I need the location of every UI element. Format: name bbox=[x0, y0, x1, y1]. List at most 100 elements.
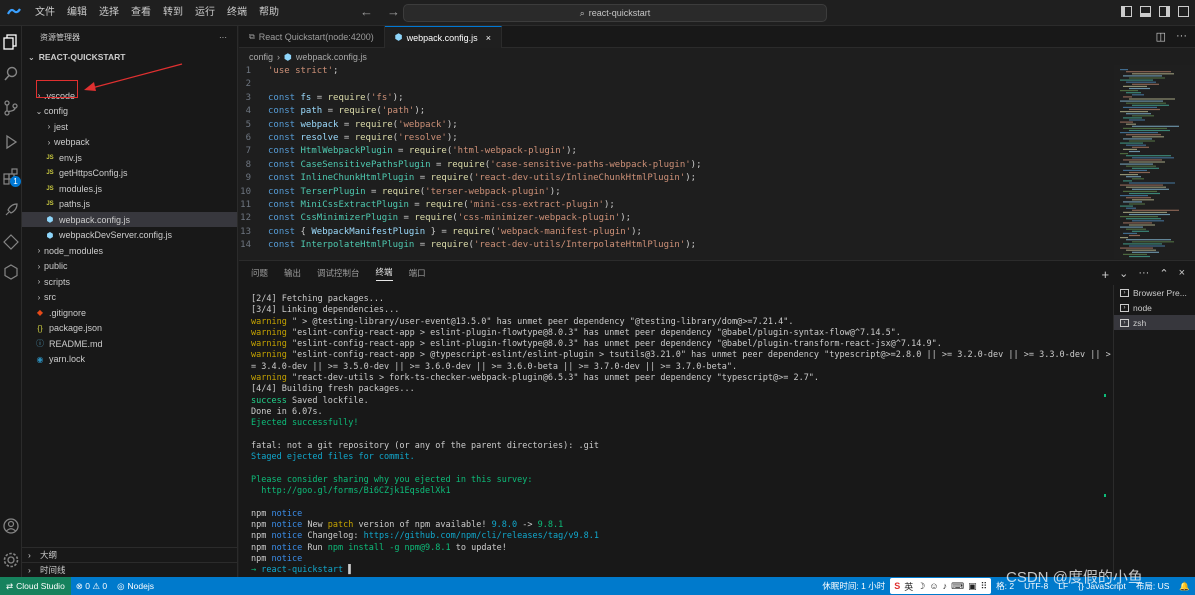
file-item[interactable]: ⓘ README.md bbox=[22, 336, 237, 351]
terminal-instance[interactable]: › Browser Pre... bbox=[1114, 285, 1195, 300]
encoding-indicator[interactable]: UTF-8 bbox=[1019, 581, 1053, 591]
file-item[interactable]: JS getHttpsConfig.js bbox=[22, 166, 237, 181]
minimap[interactable] bbox=[1114, 65, 1195, 259]
split-editor-icon[interactable]: ◫ bbox=[1156, 30, 1166, 43]
new-terminal-icon[interactable]: + bbox=[1102, 267, 1110, 282]
terminal-dropdown-icon[interactable]: ⌄ bbox=[1119, 267, 1128, 282]
outline-section[interactable]: › 大纲 bbox=[22, 547, 237, 562]
terminal-instance[interactable]: › node bbox=[1114, 300, 1195, 315]
maximize-panel-icon[interactable]: ⌃ bbox=[1159, 267, 1168, 282]
customize-layout-icon[interactable] bbox=[1178, 6, 1189, 17]
file-item[interactable]: ⬢ webpackDevServer.config.js bbox=[22, 228, 237, 243]
panel-tab[interactable]: 调试控制台 bbox=[317, 267, 360, 279]
chevron-down-icon: ⌄ bbox=[28, 52, 35, 62]
sleep-time-indicator[interactable]: 休眠时间: 1 小时 bbox=[817, 580, 890, 592]
language-indicator[interactable]: {} JavaScript bbox=[1073, 581, 1131, 591]
extensions-icon[interactable]: 1 bbox=[1, 166, 21, 187]
folder-item[interactable]: › webpack bbox=[22, 135, 237, 150]
breadcrumb-file[interactable]: webpack.config.js bbox=[296, 52, 367, 62]
settings-gear-icon[interactable] bbox=[1, 550, 21, 570]
toggle-panel-icon[interactable] bbox=[1140, 6, 1151, 17]
account-icon[interactable] bbox=[1, 516, 21, 536]
code-token: 'terser-webpack-plugin' bbox=[425, 186, 550, 197]
tab-webpack-config[interactable]: ⬢ webpack.config.js × bbox=[384, 26, 502, 48]
folder-item[interactable]: ⌄ config bbox=[22, 104, 237, 119]
file-item[interactable]: JS modules.js bbox=[22, 181, 237, 196]
extension-view-icon[interactable] bbox=[1, 232, 21, 252]
menu-item[interactable]: 终端 bbox=[221, 0, 253, 26]
close-panel-icon[interactable]: × bbox=[1179, 267, 1185, 282]
tree-item-label: .gitignore bbox=[49, 307, 87, 318]
notifications-bell-icon[interactable]: 🔔 bbox=[1174, 581, 1195, 592]
source-control-icon[interactable] bbox=[1, 98, 21, 118]
folder-item[interactable]: › scripts bbox=[22, 274, 237, 289]
close-icon[interactable]: × bbox=[486, 33, 491, 43]
sleep-time-label: 休眠时间: 1 小时 bbox=[822, 581, 886, 591]
menu-item[interactable]: 编辑 bbox=[61, 0, 93, 26]
remote-explorer-icon[interactable] bbox=[1, 200, 21, 220]
ime-toolbar[interactable]: S 英 ☽ ☺ ♪ ⌨ ▣ ⠿ bbox=[890, 578, 992, 594]
terminal-line: warning "eslint-config-react-app > @type… bbox=[251, 350, 1111, 361]
panel-tab[interactable]: 输出 bbox=[284, 267, 301, 279]
terminal-line: Ejected successfully! bbox=[251, 418, 1101, 429]
terminal-token: patch bbox=[327, 519, 354, 530]
menu-item[interactable]: 运行 bbox=[189, 0, 221, 26]
toggle-sidebar-icon[interactable] bbox=[1121, 6, 1132, 17]
tab-react-quickstart[interactable]: ⧉ React Quickstart(node:4200) bbox=[239, 26, 385, 48]
terminal-scrollbar[interactable] bbox=[1104, 294, 1107, 554]
folder-item[interactable]: › src bbox=[22, 290, 237, 305]
indent-indicator[interactable]: 格: 2 bbox=[991, 580, 1019, 592]
search-icon: ⌕ bbox=[579, 7, 585, 18]
chevron-down-icon: ⌄ bbox=[35, 106, 43, 116]
minimap-line bbox=[1120, 205, 1133, 207]
terminal-icon: › bbox=[1120, 303, 1129, 312]
file-item[interactable]: JS env.js bbox=[22, 150, 237, 165]
command-center[interactable]: ⌕ react-quickstart bbox=[403, 4, 827, 22]
file-item[interactable]: ◉ yarn.lock bbox=[22, 352, 237, 367]
code-token: WebpackManifestPlugin bbox=[311, 226, 426, 237]
line-number: 13 bbox=[240, 226, 251, 237]
file-item[interactable]: {} package.json bbox=[22, 321, 237, 336]
search-icon[interactable] bbox=[1, 64, 21, 84]
timeline-section[interactable]: › 时间线 bbox=[22, 562, 237, 577]
code-token: require bbox=[430, 173, 469, 184]
md-file-icon: ⓘ bbox=[36, 339, 44, 348]
more-actions-icon[interactable]: ··· bbox=[1176, 30, 1187, 43]
file-item[interactable]: JS paths.js bbox=[22, 197, 237, 212]
menu-item[interactable]: 文件 bbox=[29, 0, 61, 26]
explorer-more-button[interactable]: ··· bbox=[219, 33, 227, 42]
terminal-output[interactable]: [2/4] Fetching packages... [3/4] Linking … bbox=[251, 294, 1111, 576]
run-debug-icon[interactable] bbox=[1, 132, 21, 152]
problems-indicator[interactable]: ⊗ 0 ⚠ 0 bbox=[71, 581, 112, 592]
keyboard-layout-indicator[interactable]: 布局: US bbox=[1131, 580, 1175, 592]
terminal-instance[interactable]: › zsh bbox=[1114, 315, 1195, 330]
menu-item[interactable]: 查看 bbox=[125, 0, 157, 26]
code-editor[interactable]: 1'use strict'; 2 3 const fs = require('fs')… bbox=[239, 65, 1114, 259]
nodejs-indicator[interactable]: ◎ Nodejs bbox=[112, 581, 159, 592]
explorer-icon[interactable] bbox=[1, 32, 21, 52]
eol-indicator[interactable]: LF bbox=[1053, 581, 1073, 591]
breadcrumb-folder[interactable]: config bbox=[249, 52, 273, 62]
menu-item[interactable]: 选择 bbox=[93, 0, 125, 26]
more-actions-icon[interactable]: ··· bbox=[1138, 267, 1149, 282]
menu-item[interactable]: 帮助 bbox=[253, 0, 285, 26]
chevron-right-icon: › bbox=[47, 137, 51, 147]
folder-item[interactable]: › public bbox=[22, 259, 237, 274]
minimap-line bbox=[1132, 136, 1164, 138]
file-item[interactable]: ◆ .gitignore bbox=[22, 305, 237, 320]
panel-tab[interactable]: 终端 bbox=[375, 266, 393, 281]
panel-tab[interactable]: 问题 bbox=[251, 267, 268, 279]
code-line: 9 const InlineChunkHtmlPlugin = require('… bbox=[239, 172, 1114, 185]
menu-item[interactable]: 转到 bbox=[157, 0, 189, 26]
node-view-icon[interactable] bbox=[1, 262, 21, 282]
folder-item[interactable]: › node_modules bbox=[22, 243, 237, 258]
problems-count: ⊗ 0 ⚠ 0 bbox=[75, 580, 108, 591]
forward-arrow-icon[interactable]: → bbox=[387, 4, 400, 19]
remote-indicator[interactable]: ⇄ Cloud Studio bbox=[0, 577, 71, 595]
folder-item[interactable]: › jest bbox=[22, 119, 237, 134]
toggle-secondary-sidebar-icon[interactable] bbox=[1159, 6, 1170, 17]
file-item[interactable]: ⬢ webpack.config.js bbox=[22, 212, 237, 227]
back-arrow-icon[interactable]: ← bbox=[360, 4, 373, 19]
panel-tab[interactable]: 端口 bbox=[409, 267, 426, 279]
terminal-line: npm notice New patch version of npm avai… bbox=[251, 520, 1101, 531]
